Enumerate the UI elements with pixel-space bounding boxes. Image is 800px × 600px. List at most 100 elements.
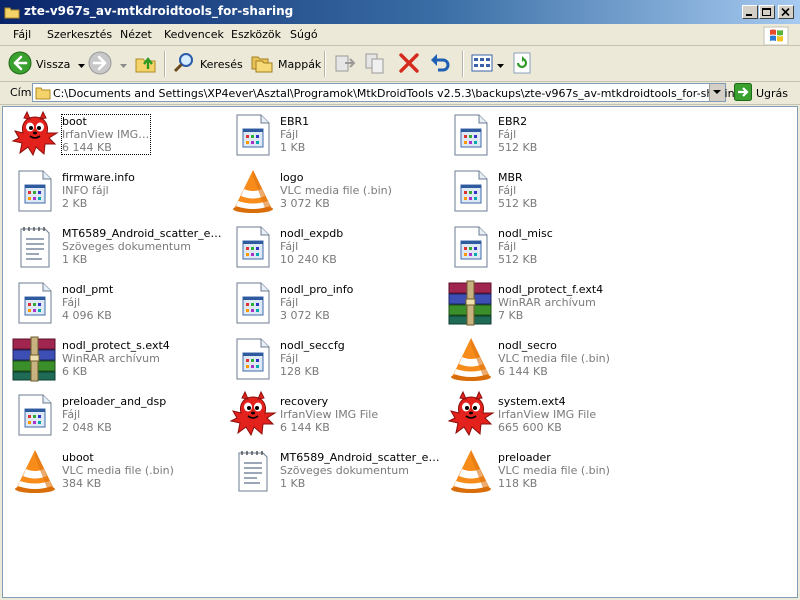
close-button[interactable] — [778, 5, 794, 19]
file-item[interactable]: EBR2 Fájl 512 KB — [447, 111, 662, 163]
file-type: WinRAR archívum — [498, 296, 596, 309]
go-button[interactable]: Ugrás — [734, 82, 788, 103]
search-label: Keresés — [200, 57, 243, 71]
file-item[interactable]: system.ext4 IrfanView IMG File 665 600 KB — [447, 390, 662, 443]
text-document-icon — [229, 447, 277, 495]
file-type: Fájl — [280, 240, 299, 253]
file-item[interactable]: nodl_protect_s.ext4 WinRAR archívum 6 KB — [11, 335, 226, 387]
menu-edit[interactable]: Szerkesztés — [47, 28, 112, 41]
minimize-button[interactable] — [742, 5, 758, 19]
vlc-cone-icon — [229, 167, 277, 215]
back-button[interactable]: Vissza — [8, 50, 86, 78]
file-type: VLC media file (.bin) — [498, 464, 610, 477]
copy-to-button[interactable] — [364, 50, 388, 78]
file-item[interactable]: firmware.info INFO fájl 2 KB — [11, 167, 226, 219]
file-item[interactable]: nodl_expdb Fájl 10 240 KB — [229, 223, 444, 275]
file-type: Fájl — [280, 296, 299, 309]
up-folder-button[interactable] — [134, 50, 158, 78]
views-grid-icon — [470, 51, 494, 78]
maximize-button[interactable] — [759, 5, 775, 19]
file-name: MT6589_Android_scatter_emmc — [280, 451, 440, 464]
file-size: 384 KB — [62, 477, 102, 490]
address-input[interactable]: C:\Documents and Settings\XP4ever\Asztal… — [32, 83, 742, 102]
menu-view[interactable]: Nézet — [120, 28, 152, 41]
file-list-pane[interactable]: bootIrfanView IMG File6 144 KB EBR1Fájl1… — [2, 106, 798, 598]
generic-file-icon — [229, 223, 277, 271]
file-item[interactable]: uboot VLC media file (.bin) 384 KB — [11, 447, 226, 499]
menu-favorites[interactable]: Kedvencek — [164, 28, 224, 41]
generic-file-icon — [229, 279, 277, 327]
folders-button[interactable]: Mappák — [250, 50, 321, 78]
file-item[interactable]: nodl_pro_info Fájl 3 072 KB — [229, 279, 444, 331]
search-button[interactable]: Keresés — [172, 50, 243, 78]
views-dropdown-icon[interactable] — [497, 58, 504, 71]
file-details: EBR2 Fájl 512 KB — [498, 115, 658, 154]
file-name: nodl_secro — [498, 339, 557, 352]
file-size: 118 KB — [498, 477, 538, 490]
winrar-books-icon — [11, 335, 59, 383]
text-document-icon — [11, 223, 59, 271]
file-item[interactable]: recovery IrfanView IMG File 6 144 KB — [229, 390, 444, 443]
menu-file[interactable]: Fájl — [13, 28, 31, 41]
file-type: Fájl — [62, 408, 81, 421]
file-type: INFO fájl — [62, 184, 109, 197]
file-item[interactable]: bootIrfanView IMG File6 144 KB — [11, 110, 226, 163]
delete-button[interactable] — [397, 50, 421, 78]
file-type: Fájl — [280, 128, 299, 141]
back-dropdown-icon[interactable] — [78, 58, 86, 71]
file-size: 1 KB — [280, 141, 306, 154]
refresh-button[interactable] — [510, 50, 534, 78]
file-item[interactable]: preloader VLC media file (.bin) 118 KB — [447, 447, 662, 499]
menu-tools[interactable]: Eszközök — [231, 28, 281, 41]
file-item[interactable]: nodl_secro VLC media file (.bin) 6 144 KB — [447, 335, 662, 387]
file-name: MT6589_Android_scatter_emm... — [62, 227, 222, 240]
file-details: nodl_protect_f.ext4 WinRAR archívum 7 KB — [498, 283, 658, 322]
file-item[interactable]: nodl_pmt Fájl 4 096 KB — [11, 279, 226, 331]
file-item[interactable]: nodl_seccfg Fájl 128 KB — [229, 335, 444, 387]
file-size: 7 KB — [498, 309, 524, 322]
file-name: MBR — [498, 171, 523, 184]
undo-icon — [428, 51, 452, 78]
file-type: Fájl — [62, 296, 81, 309]
vlc-cone-icon — [447, 335, 495, 383]
file-name: nodl_seccfg — [280, 339, 345, 352]
file-size: 1 KB — [62, 253, 88, 266]
forward-button[interactable] — [88, 50, 127, 78]
up-folder-icon — [134, 51, 158, 78]
copy-to-icon — [364, 51, 388, 78]
file-name: logo — [280, 171, 304, 184]
file-item[interactable]: nodl_protect_f.ext4 WinRAR archívum 7 KB — [447, 279, 662, 331]
file-name: firmware.info — [62, 171, 135, 184]
generic-file-icon — [447, 167, 495, 215]
file-details: MT6589_Android_scatter_emm...Szöveges do… — [62, 227, 222, 266]
menu-help[interactable]: Súgó — [290, 28, 318, 41]
file-item[interactable]: preloader_and_dsp Fájl 2 048 KB — [11, 391, 226, 443]
file-item[interactable]: EBR1 Fájl 1 KB — [229, 111, 444, 163]
address-label: Cím — [10, 86, 32, 99]
forward-dropdown-icon[interactable] — [120, 58, 127, 71]
file-size: 3 072 KB — [280, 197, 330, 210]
file-item[interactable]: MT6589_Android_scatter_emm...Szöveges do… — [11, 223, 226, 275]
generic-file-icon — [11, 391, 59, 439]
file-size: 6 144 KB — [498, 365, 548, 378]
views-button[interactable] — [470, 50, 504, 78]
file-type: IrfanView IMG File — [62, 128, 150, 141]
title-bar[interactable]: zte-v967s_av-mtkdroidtools_for-sharing — [0, 0, 800, 24]
generic-file-icon — [447, 223, 495, 271]
file-details: preloader_and_dsp Fájl 2 048 KB — [62, 395, 222, 434]
file-name: preloader_and_dsp — [62, 395, 167, 408]
move-to-button[interactable] — [333, 50, 357, 78]
file-item[interactable]: logo VLC media file (.bin) 3 072 KB — [229, 167, 444, 219]
address-dropdown-button[interactable] — [709, 84, 725, 101]
file-item[interactable]: MBR Fájl 512 KB — [447, 167, 662, 219]
file-type: IrfanView IMG File — [498, 408, 597, 421]
file-item[interactable]: MT6589_Android_scatter_emmc Szöveges doku… — [229, 447, 444, 499]
file-item[interactable]: nodl_misc Fájl 512 KB — [447, 223, 662, 275]
file-name: nodl_protect_f.ext4 — [498, 283, 604, 296]
file-size: 128 KB — [280, 365, 320, 378]
undo-button[interactable] — [428, 50, 452, 78]
file-size: 1 KB — [280, 477, 306, 490]
file-name: nodl_protect_s.ext4 — [62, 339, 170, 352]
menu-bar: Fájl Szerkesztés Nézet Kedvencek Eszközö… — [0, 24, 800, 46]
vlc-cone-icon — [447, 447, 495, 495]
